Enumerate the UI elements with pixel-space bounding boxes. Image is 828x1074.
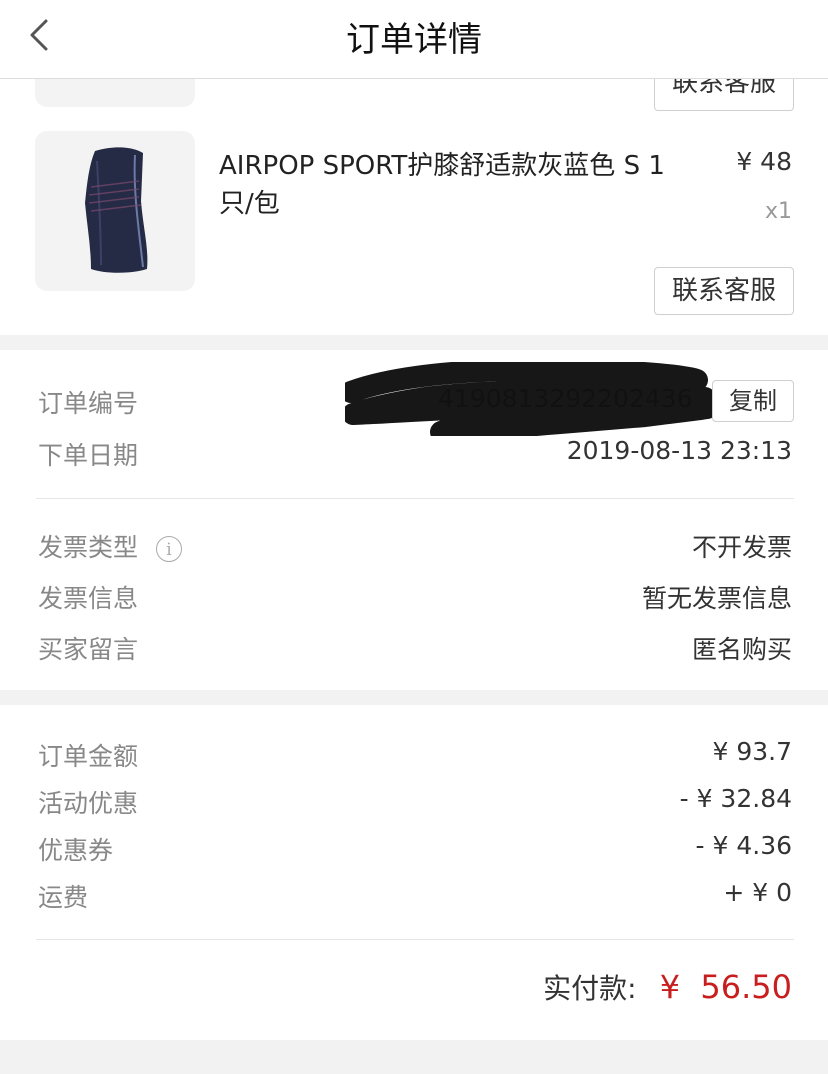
product-thumbnail[interactable] bbox=[35, 131, 195, 291]
product-thumbnail bbox=[35, 79, 195, 107]
amount-paid-label: 实付款: bbox=[543, 972, 637, 1005]
invoice-type-label: 发票类型 i bbox=[38, 528, 182, 564]
amount-paid: 实付款: ¥ 56.50 bbox=[543, 967, 792, 1007]
section-separator bbox=[0, 690, 828, 705]
invoice-info-value: 暂无发票信息 bbox=[641, 584, 792, 613]
amount-paid-value: ¥ 56.50 bbox=[659, 968, 792, 1006]
divider bbox=[36, 939, 794, 940]
payment-summary-card: 订单金额 ¥ 93.7 活动优惠 - ¥ 32.84 优惠券 - ¥ 4.36 … bbox=[0, 705, 828, 1040]
buyer-message-value: 匿名购买 bbox=[691, 635, 792, 664]
copy-button[interactable]: 复制 bbox=[712, 380, 794, 422]
invoice-type-value: 不开发票 bbox=[691, 533, 792, 562]
order-date-label: 下单日期 bbox=[38, 441, 139, 470]
divider bbox=[36, 498, 794, 499]
order-items-card: 联系客服 AIRPOP SPORT护膝舒适款灰蓝色 S 1 只/包 ¥ 48 x… bbox=[0, 78, 828, 335]
order-amount-value: ¥ 93.7 bbox=[712, 737, 792, 766]
shipping-label: 运费 bbox=[38, 883, 89, 912]
order-amount-label: 订单金额 bbox=[38, 742, 139, 771]
order-date-value: 2019-08-13 23:13 bbox=[566, 436, 792, 465]
section-separator bbox=[0, 335, 828, 350]
shipping-value: + ¥ 0 bbox=[723, 878, 792, 907]
promotion-label: 活动优惠 bbox=[38, 789, 139, 818]
coupon-value: - ¥ 4.36 bbox=[695, 831, 792, 860]
order-info-card: 订单编号 4190813292202436 复制 下单日期 2019-08-13… bbox=[0, 350, 828, 690]
promotion-value: - ¥ 32.84 bbox=[679, 784, 792, 813]
nav-header: 订单详情 bbox=[0, 0, 828, 79]
invoice-info-label: 发票信息 bbox=[38, 584, 139, 613]
bottom-area bbox=[0, 1040, 828, 1074]
info-icon[interactable]: i bbox=[155, 536, 182, 562]
buyer-message-label: 买家留言 bbox=[38, 635, 139, 664]
coupon-label: 优惠券 bbox=[38, 836, 114, 865]
redaction-scribble bbox=[340, 358, 735, 443]
product-name[interactable]: AIRPOP SPORT护膝舒适款灰蓝色 S 1 只/包 bbox=[219, 147, 699, 223]
product-quantity: x1 bbox=[764, 199, 792, 224]
page-title: 订单详情 bbox=[346, 20, 482, 60]
order-number-label: 订单编号 bbox=[38, 389, 139, 418]
contact-service-button[interactable]: 联系客服 bbox=[654, 267, 794, 315]
contact-service-button[interactable]: 联系客服 bbox=[654, 78, 794, 111]
product-price: ¥ 48 bbox=[736, 147, 792, 176]
knee-sleeve-image bbox=[85, 147, 148, 273]
